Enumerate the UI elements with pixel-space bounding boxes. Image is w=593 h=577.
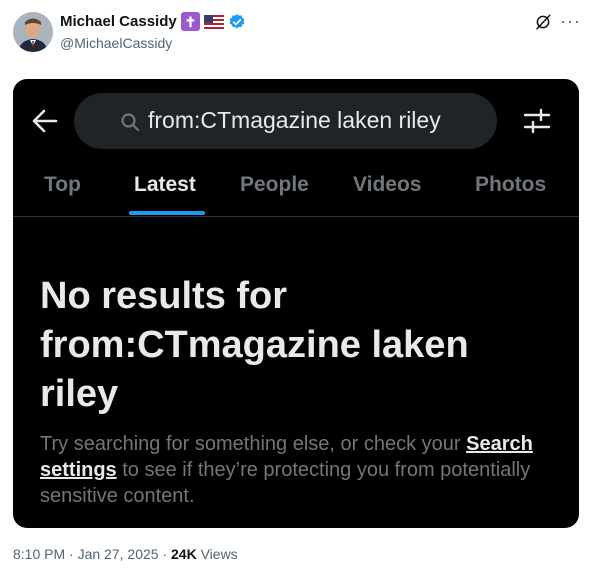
more-options-icon[interactable]: ···: [560, 11, 581, 32]
author-name[interactable]: Michael Cassidy: [60, 13, 177, 30]
tab-latest[interactable]: Latest: [134, 173, 196, 197]
search-bar[interactable]: from:CTmagazine laken riley: [74, 93, 497, 149]
views-count: 24K: [171, 546, 197, 562]
search-input[interactable]: from:CTmagazine laken riley: [148, 107, 441, 134]
tweet-date[interactable]: Jan 27, 2025: [78, 546, 159, 562]
avatar[interactable]: [13, 12, 53, 52]
tweet-meta: 8:10 PM · Jan 27, 2025 · 24K Views: [13, 546, 238, 562]
tweet-time[interactable]: 8:10 PM: [13, 546, 65, 562]
tab-videos[interactable]: Videos: [353, 173, 421, 197]
active-tab-indicator: [129, 211, 205, 215]
meta-separator: ·: [158, 546, 172, 562]
suggestion-text-before: Try searching for something else, or che…: [40, 433, 467, 455]
tab-photos[interactable]: Photos: [475, 173, 546, 197]
filter-settings-icon[interactable]: [523, 107, 551, 135]
tab-divider: [13, 216, 579, 217]
verified-icon[interactable]: [228, 13, 246, 31]
cross-icon: ✝: [181, 12, 200, 31]
grok-icon[interactable]: [534, 13, 552, 31]
search-icon: [121, 113, 140, 132]
back-arrow-icon[interactable]: [31, 107, 59, 135]
tab-people[interactable]: People: [240, 173, 309, 197]
no-results-heading: No results for from:CTmagazine laken ril…: [40, 275, 469, 415]
views-label: Views: [196, 546, 238, 562]
tweet-media-screenshot[interactable]: from:CTmagazine laken riley Top Latest P…: [13, 79, 579, 528]
author-handle[interactable]: @MichaelCassidy: [60, 35, 172, 51]
meta-separator: ·: [65, 546, 78, 562]
us-flag-icon: [204, 14, 224, 29]
no-results-suggestion: Try searching for something else, or che…: [40, 431, 570, 509]
author-badges: ✝: [181, 12, 246, 31]
tab-top[interactable]: Top: [44, 173, 81, 197]
